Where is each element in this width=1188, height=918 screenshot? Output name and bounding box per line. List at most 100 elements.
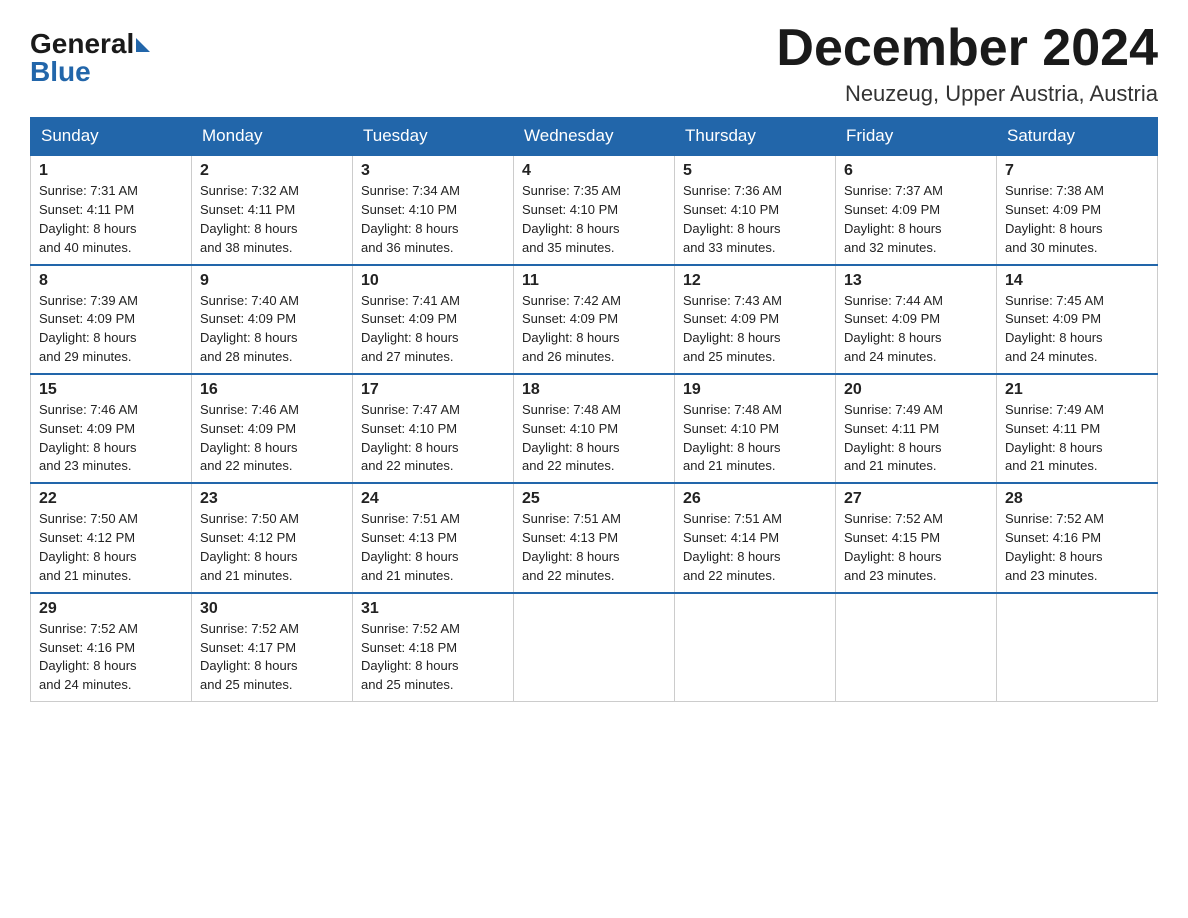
- day-number: 26: [683, 490, 827, 508]
- day-info: Sunrise: 7:40 AM Sunset: 4:09 PM Dayligh…: [200, 292, 344, 367]
- day-info: Sunrise: 7:48 AM Sunset: 4:10 PM Dayligh…: [683, 401, 827, 476]
- week-row-4: 22 Sunrise: 7:50 AM Sunset: 4:12 PM Dayl…: [31, 483, 1158, 592]
- calendar-cell: 1 Sunrise: 7:31 AM Sunset: 4:11 PM Dayli…: [31, 155, 192, 264]
- day-number: 2: [200, 162, 344, 180]
- logo-blue-text: Blue: [30, 58, 91, 86]
- header-wednesday: Wednesday: [514, 118, 675, 156]
- header-thursday: Thursday: [675, 118, 836, 156]
- day-info: Sunrise: 7:34 AM Sunset: 4:10 PM Dayligh…: [361, 182, 505, 257]
- calendar-cell: 20 Sunrise: 7:49 AM Sunset: 4:11 PM Dayl…: [836, 374, 997, 483]
- location-title: Neuzeug, Upper Austria, Austria: [776, 81, 1158, 107]
- header-sunday: Sunday: [31, 118, 192, 156]
- day-info: Sunrise: 7:31 AM Sunset: 4:11 PM Dayligh…: [39, 182, 183, 257]
- calendar-cell: [997, 593, 1158, 702]
- days-header-row: Sunday Monday Tuesday Wednesday Thursday…: [31, 118, 1158, 156]
- calendar-cell: 29 Sunrise: 7:52 AM Sunset: 4:16 PM Dayl…: [31, 593, 192, 702]
- day-number: 28: [1005, 490, 1149, 508]
- calendar-cell: 11 Sunrise: 7:42 AM Sunset: 4:09 PM Dayl…: [514, 265, 675, 374]
- day-number: 6: [844, 162, 988, 180]
- day-info: Sunrise: 7:37 AM Sunset: 4:09 PM Dayligh…: [844, 182, 988, 257]
- calendar-cell: 27 Sunrise: 7:52 AM Sunset: 4:15 PM Dayl…: [836, 483, 997, 592]
- day-number: 9: [200, 272, 344, 290]
- day-info: Sunrise: 7:52 AM Sunset: 4:16 PM Dayligh…: [1005, 510, 1149, 585]
- header-saturday: Saturday: [997, 118, 1158, 156]
- title-section: December 2024 Neuzeug, Upper Austria, Au…: [776, 20, 1158, 107]
- calendar-cell: 17 Sunrise: 7:47 AM Sunset: 4:10 PM Dayl…: [353, 374, 514, 483]
- calendar-cell: 24 Sunrise: 7:51 AM Sunset: 4:13 PM Dayl…: [353, 483, 514, 592]
- calendar-cell: 22 Sunrise: 7:50 AM Sunset: 4:12 PM Dayl…: [31, 483, 192, 592]
- day-number: 24: [361, 490, 505, 508]
- day-info: Sunrise: 7:47 AM Sunset: 4:10 PM Dayligh…: [361, 401, 505, 476]
- day-info: Sunrise: 7:36 AM Sunset: 4:10 PM Dayligh…: [683, 182, 827, 257]
- day-number: 31: [361, 600, 505, 618]
- day-number: 3: [361, 162, 505, 180]
- calendar-cell: 21 Sunrise: 7:49 AM Sunset: 4:11 PM Dayl…: [997, 374, 1158, 483]
- day-number: 17: [361, 381, 505, 399]
- day-info: Sunrise: 7:52 AM Sunset: 4:16 PM Dayligh…: [39, 620, 183, 695]
- day-number: 27: [844, 490, 988, 508]
- day-number: 16: [200, 381, 344, 399]
- calendar-cell: 18 Sunrise: 7:48 AM Sunset: 4:10 PM Dayl…: [514, 374, 675, 483]
- calendar-cell: 10 Sunrise: 7:41 AM Sunset: 4:09 PM Dayl…: [353, 265, 514, 374]
- header-tuesday: Tuesday: [353, 118, 514, 156]
- calendar-cell: 5 Sunrise: 7:36 AM Sunset: 4:10 PM Dayli…: [675, 155, 836, 264]
- calendar-cell: 15 Sunrise: 7:46 AM Sunset: 4:09 PM Dayl…: [31, 374, 192, 483]
- day-info: Sunrise: 7:48 AM Sunset: 4:10 PM Dayligh…: [522, 401, 666, 476]
- day-info: Sunrise: 7:42 AM Sunset: 4:09 PM Dayligh…: [522, 292, 666, 367]
- calendar-cell: 6 Sunrise: 7:37 AM Sunset: 4:09 PM Dayli…: [836, 155, 997, 264]
- day-info: Sunrise: 7:51 AM Sunset: 4:13 PM Dayligh…: [361, 510, 505, 585]
- calendar-cell: 19 Sunrise: 7:48 AM Sunset: 4:10 PM Dayl…: [675, 374, 836, 483]
- day-info: Sunrise: 7:49 AM Sunset: 4:11 PM Dayligh…: [1005, 401, 1149, 476]
- day-number: 15: [39, 381, 183, 399]
- calendar-table: Sunday Monday Tuesday Wednesday Thursday…: [30, 117, 1158, 702]
- calendar-cell: 28 Sunrise: 7:52 AM Sunset: 4:16 PM Dayl…: [997, 483, 1158, 592]
- day-info: Sunrise: 7:52 AM Sunset: 4:17 PM Dayligh…: [200, 620, 344, 695]
- calendar-cell: 12 Sunrise: 7:43 AM Sunset: 4:09 PM Dayl…: [675, 265, 836, 374]
- calendar-cell: 25 Sunrise: 7:51 AM Sunset: 4:13 PM Dayl…: [514, 483, 675, 592]
- day-info: Sunrise: 7:50 AM Sunset: 4:12 PM Dayligh…: [200, 510, 344, 585]
- day-number: 22: [39, 490, 183, 508]
- day-number: 13: [844, 272, 988, 290]
- page-header: General Blue December 2024 Neuzeug, Uppe…: [30, 20, 1158, 107]
- calendar-cell: [514, 593, 675, 702]
- day-number: 23: [200, 490, 344, 508]
- week-row-1: 1 Sunrise: 7:31 AM Sunset: 4:11 PM Dayli…: [31, 155, 1158, 264]
- calendar-cell: 13 Sunrise: 7:44 AM Sunset: 4:09 PM Dayl…: [836, 265, 997, 374]
- day-number: 14: [1005, 272, 1149, 290]
- calendar-cell: 30 Sunrise: 7:52 AM Sunset: 4:17 PM Dayl…: [192, 593, 353, 702]
- day-number: 1: [39, 162, 183, 180]
- day-number: 21: [1005, 381, 1149, 399]
- day-number: 5: [683, 162, 827, 180]
- week-row-2: 8 Sunrise: 7:39 AM Sunset: 4:09 PM Dayli…: [31, 265, 1158, 374]
- header-friday: Friday: [836, 118, 997, 156]
- day-info: Sunrise: 7:50 AM Sunset: 4:12 PM Dayligh…: [39, 510, 183, 585]
- day-info: Sunrise: 7:38 AM Sunset: 4:09 PM Dayligh…: [1005, 182, 1149, 257]
- day-info: Sunrise: 7:52 AM Sunset: 4:18 PM Dayligh…: [361, 620, 505, 695]
- day-number: 30: [200, 600, 344, 618]
- day-info: Sunrise: 7:43 AM Sunset: 4:09 PM Dayligh…: [683, 292, 827, 367]
- day-number: 8: [39, 272, 183, 290]
- day-number: 12: [683, 272, 827, 290]
- day-info: Sunrise: 7:45 AM Sunset: 4:09 PM Dayligh…: [1005, 292, 1149, 367]
- month-title: December 2024: [776, 20, 1158, 77]
- day-info: Sunrise: 7:44 AM Sunset: 4:09 PM Dayligh…: [844, 292, 988, 367]
- calendar-cell: 2 Sunrise: 7:32 AM Sunset: 4:11 PM Dayli…: [192, 155, 353, 264]
- week-row-3: 15 Sunrise: 7:46 AM Sunset: 4:09 PM Dayl…: [31, 374, 1158, 483]
- day-info: Sunrise: 7:46 AM Sunset: 4:09 PM Dayligh…: [39, 401, 183, 476]
- calendar-cell: 7 Sunrise: 7:38 AM Sunset: 4:09 PM Dayli…: [997, 155, 1158, 264]
- calendar-cell: 3 Sunrise: 7:34 AM Sunset: 4:10 PM Dayli…: [353, 155, 514, 264]
- day-info: Sunrise: 7:51 AM Sunset: 4:14 PM Dayligh…: [683, 510, 827, 585]
- day-number: 4: [522, 162, 666, 180]
- week-row-5: 29 Sunrise: 7:52 AM Sunset: 4:16 PM Dayl…: [31, 593, 1158, 702]
- calendar-cell: 23 Sunrise: 7:50 AM Sunset: 4:12 PM Dayl…: [192, 483, 353, 592]
- calendar-cell: 14 Sunrise: 7:45 AM Sunset: 4:09 PM Dayl…: [997, 265, 1158, 374]
- day-number: 7: [1005, 162, 1149, 180]
- logo-general-text: General: [30, 30, 134, 58]
- calendar-cell: 4 Sunrise: 7:35 AM Sunset: 4:10 PM Dayli…: [514, 155, 675, 264]
- calendar-cell: 26 Sunrise: 7:51 AM Sunset: 4:14 PM Dayl…: [675, 483, 836, 592]
- day-info: Sunrise: 7:49 AM Sunset: 4:11 PM Dayligh…: [844, 401, 988, 476]
- day-number: 25: [522, 490, 666, 508]
- day-number: 11: [522, 272, 666, 290]
- day-info: Sunrise: 7:39 AM Sunset: 4:09 PM Dayligh…: [39, 292, 183, 367]
- day-info: Sunrise: 7:41 AM Sunset: 4:09 PM Dayligh…: [361, 292, 505, 367]
